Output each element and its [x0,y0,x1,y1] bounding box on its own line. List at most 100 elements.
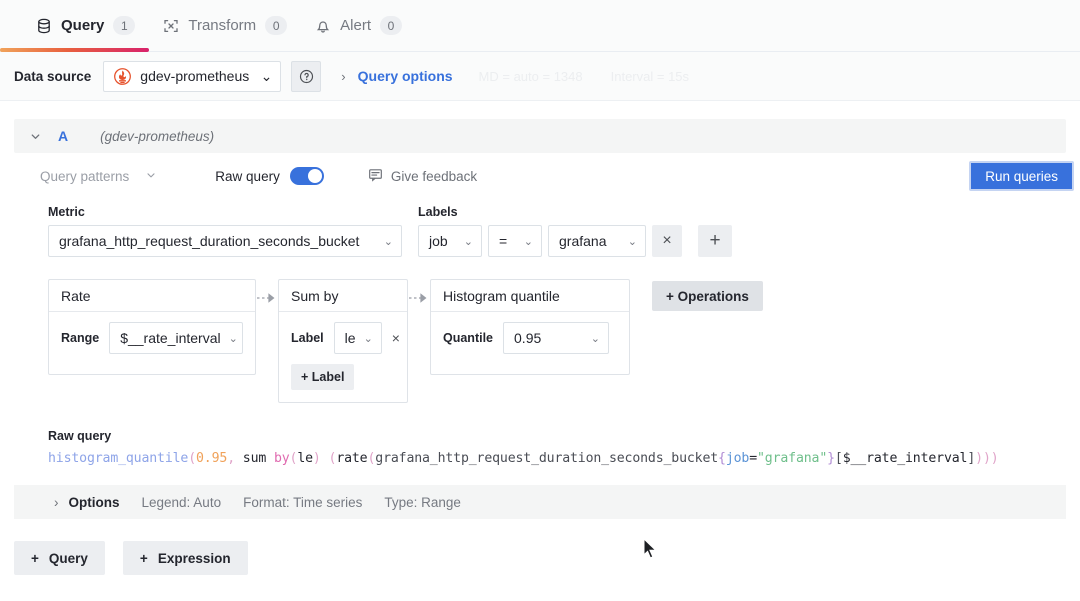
raw-query-token: grafana_http_request_duration_seconds_bu… [375,451,719,466]
datasource-picker[interactable]: gdev-prometheus ⌄ [103,60,282,92]
metric-field: Metric grafana_http_request_duration_sec… [48,205,402,257]
query-options-bar[interactable]: › Options Legend: Auto Format: Time seri… [14,485,1066,519]
label-key-value: job [429,233,448,249]
raw-query-code: histogram_quantile(0.95, sum by(le) (rat… [48,449,1066,469]
metric-select[interactable]: grafana_http_request_duration_seconds_bu… [48,225,402,257]
option-type: Type: Range [384,494,461,510]
add-sum-label-button[interactable]: + Label [291,364,355,390]
tab-active-indicator [0,47,150,52]
chevron-down-icon-op: ⌄ [523,235,533,248]
give-feedback-label: Give feedback [390,168,478,184]
raw-query-token: job [725,451,750,466]
query-editor-body: Query patterns Raw query Give feedback R… [14,153,1074,519]
operation-card-sum-by[interactable]: Sum by Label le ⌄ × + Label [278,279,408,403]
raw-query-token: ) [990,451,999,466]
datasource-name: gdev-prometheus [140,68,250,84]
toggle-knob [307,169,322,183]
add-label-filter-button[interactable]: + [698,225,732,257]
metric-labels-row: Metric grafana_http_request_duration_sec… [14,199,1066,257]
chevron-down-icon-key: ⌄ [463,235,473,248]
operation-quantile-select[interactable]: 0.95 ⌄ [503,322,610,354]
plus-icon-query: + [31,550,39,566]
remove-label-filter-button[interactable]: × [652,225,682,257]
give-feedback-button[interactable]: Give feedback [368,167,477,185]
datasource-label: Data source [14,68,92,84]
raw-query-token [321,451,329,466]
metric-label: Metric [48,205,85,219]
operations-row: Rate Range $__rate_interval ⌄ Sum by Lab… [14,257,1066,403]
prometheus-icon [114,67,132,85]
chevron-down-icon-val: ⌄ [627,235,637,248]
help-circle-icon[interactable] [291,60,322,92]
database-icon [36,18,52,34]
label-operator-value: = [499,233,508,249]
run-queries-label: Run queries [985,168,1058,184]
query-footer: + Query + Expression [0,519,1080,575]
query-options-button[interactable]: Query options [358,68,453,84]
label-key-select[interactable]: job ⌄ [418,225,482,257]
chevron-down-icon-sum: ⌄ [363,332,373,345]
query-patterns-button[interactable]: Query patterns [40,169,157,184]
operation-rate-range-select[interactable]: $__rate_interval ⌄ [109,322,244,354]
tab-query-count: 1 [113,16,136,35]
raw-query-token: ] [967,451,976,466]
chevron-down-icon-collapse[interactable] [22,123,48,149]
raw-query-section: Raw query histogram_quantile(0.95, sum b… [14,403,1066,469]
operation-rate-range-value: $__rate_interval [120,330,221,346]
transform-icon [163,18,179,34]
add-query-button[interactable]: + Query [14,541,105,575]
tab-query-label: Query [61,17,105,34]
label-value-value: grafana [559,233,607,249]
tab-alert[interactable]: Alert 0 [301,0,416,52]
tab-transform-count: 0 [265,16,288,35]
raw-query-token: sum [234,451,274,466]
operation-histogram-body: Quantile 0.95 ⌄ [431,312,629,366]
operation-quantile-value: 0.95 [514,330,542,346]
operation-rate-arg-label: Range [61,331,100,345]
remove-sum-label-button[interactable]: × [392,330,400,346]
operation-card-histogram-quantile[interactable]: Histogram quantile Quantile 0.95 ⌄ [430,279,630,375]
label-value-select[interactable]: grafana ⌄ [548,225,646,257]
options-title: Options [68,494,120,510]
tab-transform[interactable]: Transform 0 [149,0,301,52]
chevron-down-icon-quantile: ⌄ [590,332,601,345]
tab-query[interactable]: Query 1 [0,0,150,52]
operation-card-rate[interactable]: Rate Range $__rate_interval ⌄ [48,279,256,375]
raw-query-token: = [749,451,757,466]
raw-query-label: Raw query [215,168,280,184]
plus-icon-expression: + [139,550,148,566]
query-options-expand-icon[interactable]: › [341,69,345,84]
raw-query-toggle[interactable] [289,167,324,185]
operation-sum-label-select[interactable]: le ⌄ [333,322,382,354]
operation-histogram-arg-label: Quantile [443,331,494,345]
operation-sum-label-value: le [344,330,356,346]
raw-query-token: by [273,451,290,466]
bell-icon [315,18,331,34]
option-legend: Legend: Auto [141,494,222,510]
add-expression-button[interactable]: + Expression [122,541,248,575]
raw-query-token: [ [834,451,843,466]
run-queries-button[interactable]: Run queries [969,161,1074,191]
tab-alert-label: Alert [340,17,371,34]
raw-query-title: Raw query [48,429,112,443]
panel-edit-tabs: Query 1 Transform 0 Alert 0 [0,0,1080,52]
raw-query-token: 0.95 [196,451,228,466]
add-expression-label: Expression [157,550,231,566]
tab-transform-label: Transform [188,17,257,34]
query-options-max-datapoints: MD = auto = 1348 [478,68,583,84]
raw-query-token: ) [982,451,991,466]
query-editor-toolbar: Query patterns Raw query Give feedback R… [14,153,1074,199]
add-query-label: Query [48,550,88,566]
operation-arrow-icon-2 [408,292,430,304]
labels-field: Labels job ⌄ = ⌄ grafana ⌄ × + [418,205,732,257]
operation-rate-body: Range $__rate_interval ⌄ [49,312,255,366]
tab-alert-count: 0 [380,16,402,35]
raw-query-token: , [227,451,235,466]
raw-query-token: { [718,451,726,466]
query-ref-id[interactable]: A [58,128,68,144]
raw-query-token: $__rate_interval [842,451,968,466]
operation-histogram-title: Histogram quantile [431,280,629,312]
add-operations-button[interactable]: + Operations [652,281,763,311]
label-operator-select[interactable]: = ⌄ [488,225,542,257]
grafana-query-editor: Query 1 Transform 0 Alert 0 Data source … [0,0,1080,601]
